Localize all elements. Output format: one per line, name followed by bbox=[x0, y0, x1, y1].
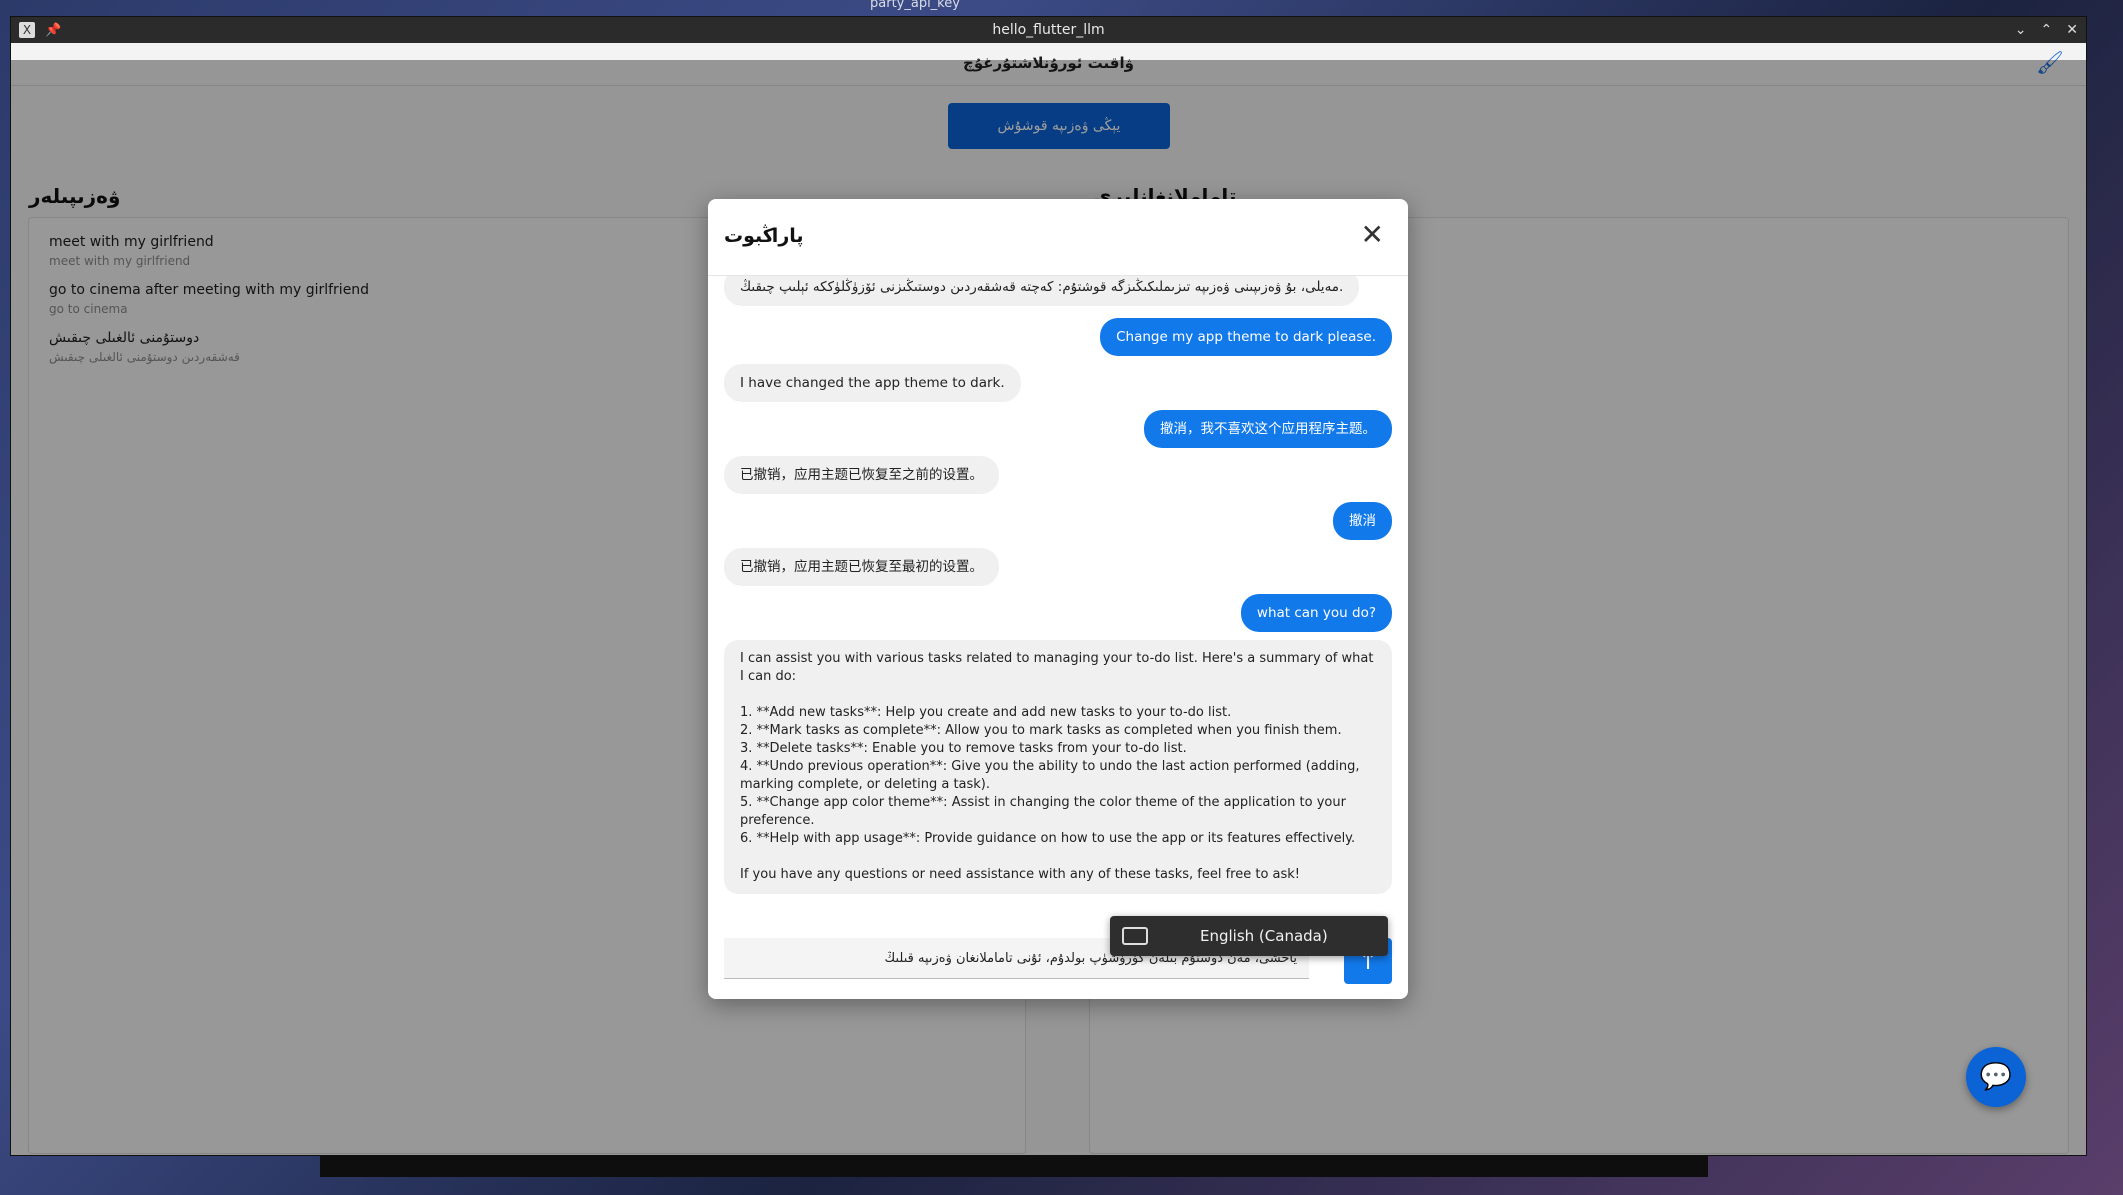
taskbar bbox=[320, 1155, 1708, 1177]
bot-message: مەيلى، بۇ ۋەزىپىنى ۋەزىپە تىزىملىكىڭىزگە… bbox=[724, 276, 1360, 306]
bot-message: 已撤销，应用主题已恢复至之前的设置。 bbox=[724, 456, 999, 494]
dialog-header: پاراڭبوت ✕ bbox=[708, 199, 1408, 276]
input-method-label: English (Canada) bbox=[1200, 927, 1328, 945]
desktop-label: party_api_key bbox=[870, 0, 960, 11]
window-title: hello_flutter_llm bbox=[992, 22, 1105, 38]
close-icon[interactable]: ✕ bbox=[2066, 22, 2078, 38]
message-list[interactable]: مەيلى، بۇ ۋەزىپىنى ۋەزىپە تىزىملىكىڭىزگە… bbox=[708, 276, 1408, 897]
x-icon[interactable]: X bbox=[19, 22, 35, 38]
user-message: 撤消 bbox=[1333, 502, 1392, 540]
chat-bubble-icon: 💬 bbox=[1979, 1062, 2013, 1092]
chevron-up-icon[interactable]: ⌃ bbox=[2041, 22, 2053, 38]
chevron-down-icon[interactable]: ⌄ bbox=[2015, 22, 2027, 38]
input-method-popup: English (Canada) bbox=[1110, 916, 1388, 956]
dialog-title: پاراڭبوت bbox=[724, 225, 804, 247]
bot-message: I have changed the app theme to dark. bbox=[724, 364, 1021, 402]
keyboard-icon bbox=[1122, 927, 1148, 945]
bot-message: I can assist you with various tasks rela… bbox=[724, 640, 1392, 894]
user-message: 撤消，我不喜欢这个应用程序主题。 bbox=[1144, 410, 1392, 448]
window-titlebar[interactable]: X 📌 hello_flutter_llm ⌄ ⌃ ✕ bbox=[11, 17, 2086, 43]
chat-dialog: پاراڭبوت ✕ مەيلى، بۇ ۋەزىپىنى ۋەزىپە تىز… bbox=[708, 199, 1408, 999]
user-message: what can you do? bbox=[1240, 594, 1392, 632]
chat-fab-button[interactable]: 💬 bbox=[1966, 1047, 2026, 1107]
bot-message: 已撤销，应用主题已恢复至最初的设置。 bbox=[724, 548, 999, 586]
close-icon[interactable]: ✕ bbox=[1361, 221, 1384, 249]
pin-icon[interactable]: 📌 bbox=[45, 23, 61, 38]
user-message: Change my app theme to dark please. bbox=[1100, 318, 1392, 356]
